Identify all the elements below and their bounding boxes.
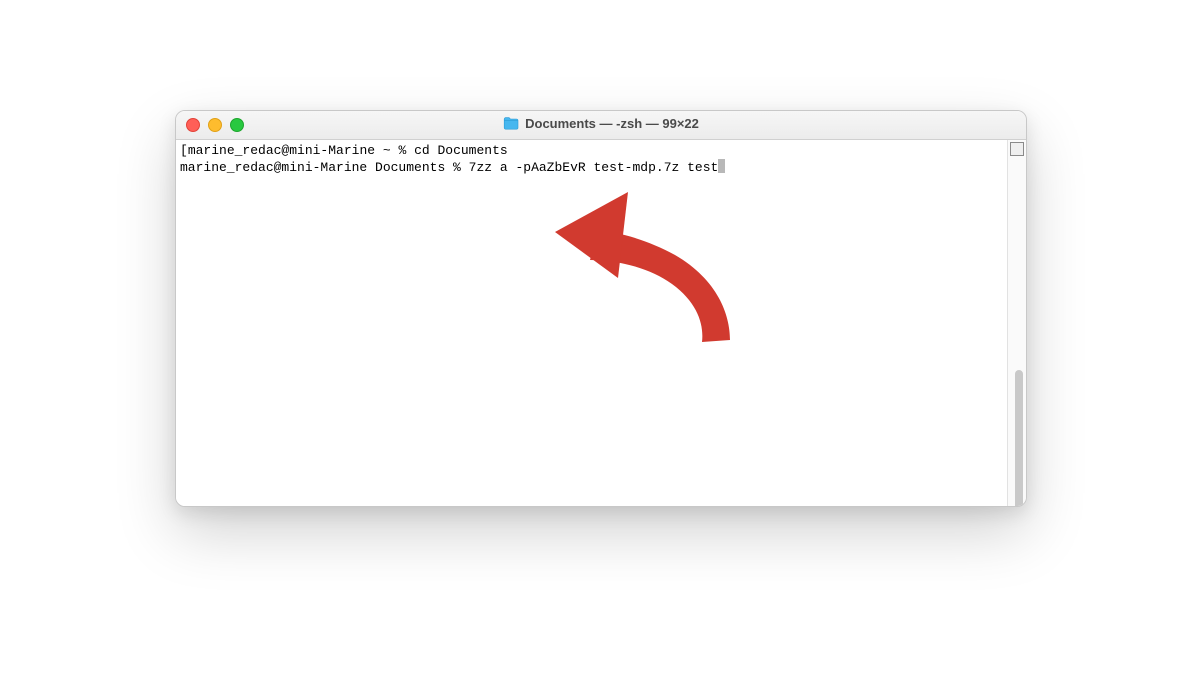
- folder-icon: [503, 117, 519, 130]
- terminal-window: Documents — -zsh — 99×22 [marine_redac@m…: [175, 110, 1027, 507]
- window-title: Documents — -zsh — 99×22: [525, 116, 699, 131]
- line1-command: cd Documents: [414, 143, 508, 158]
- traffic-lights: [186, 118, 244, 132]
- scrollbar-thumb[interactable]: [1015, 370, 1023, 507]
- line1-prompt: marine_redac@mini-Marine ~ %: [188, 143, 414, 158]
- window-titlebar[interactable]: Documents — -zsh — 99×22: [176, 111, 1026, 140]
- minimize-button[interactable]: [208, 118, 222, 132]
- close-button[interactable]: [186, 118, 200, 132]
- zoom-button[interactable]: [230, 118, 244, 132]
- terminal-output[interactable]: [marine_redac@mini-Marine ~ % cd Documen…: [176, 140, 1007, 506]
- alt-screen-indicator-icon: [1010, 142, 1024, 156]
- scrollbar-gutter: [1007, 140, 1026, 506]
- line1-bracket: [: [180, 143, 188, 158]
- line2-prompt: marine_redac@mini-Marine Documents %: [180, 160, 469, 175]
- line2-command: 7zz a -pAaZbEvR test-mdp.7z test: [469, 160, 719, 175]
- text-cursor: [718, 159, 725, 173]
